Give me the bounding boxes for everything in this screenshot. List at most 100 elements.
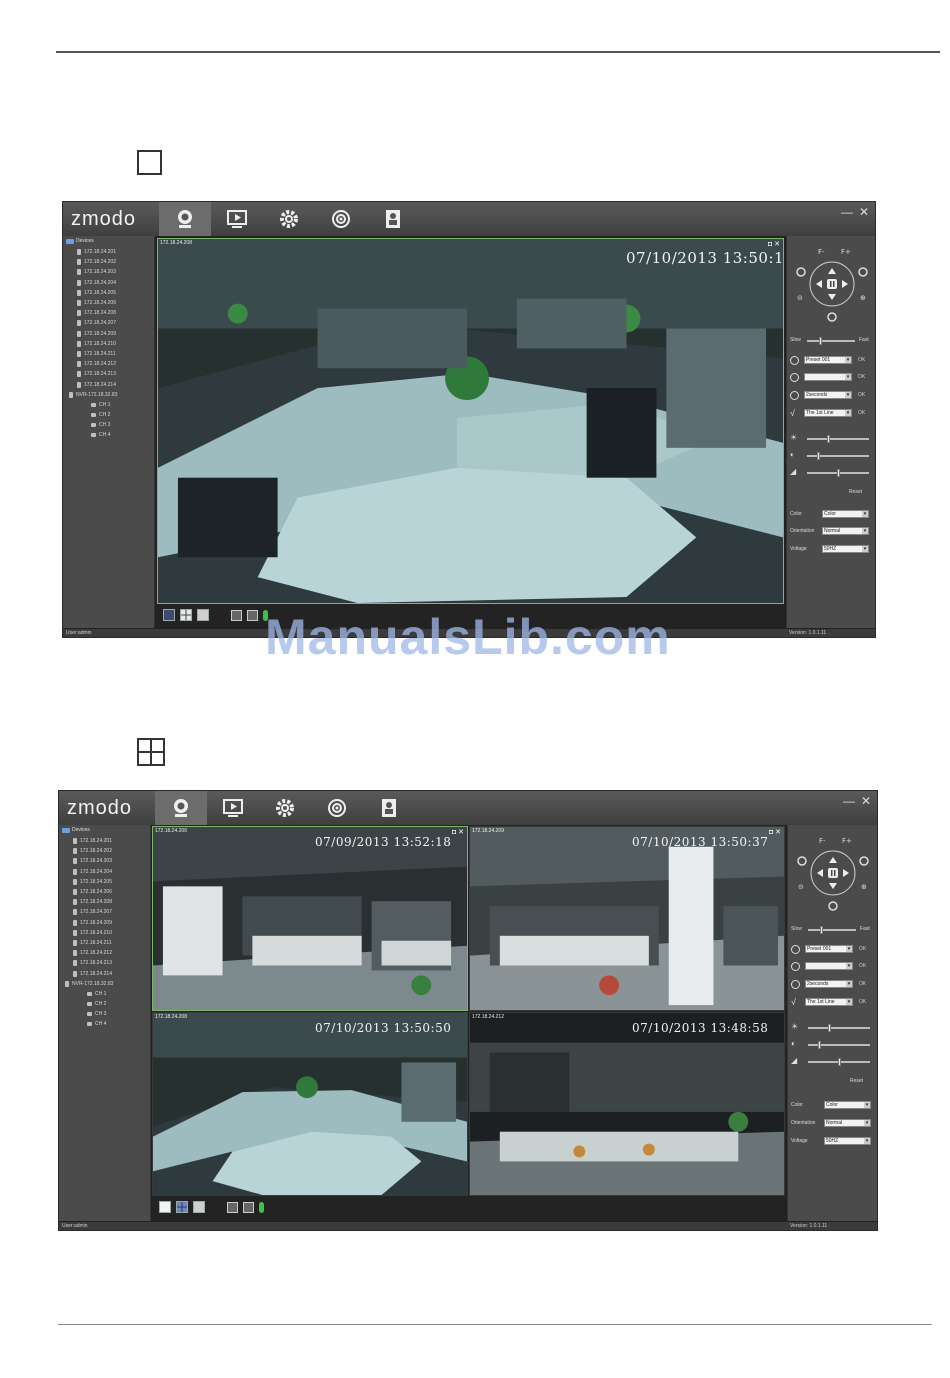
device-item[interactable]: 172.18.24.209 (73, 918, 113, 928)
color-select[interactable]: Color (822, 510, 869, 518)
device-item[interactable]: 172.18.24.205 (73, 877, 113, 887)
camera-view[interactable]: 172.18.24.209 ◘ ✕ 07/10/2013 13:50:37 (469, 826, 785, 1011)
tab-user-manager[interactable] (367, 202, 419, 236)
microphone-icon[interactable] (259, 1201, 264, 1213)
line-ok-button[interactable]: OK (858, 410, 865, 416)
device-item[interactable]: 172.18.24.202 (77, 257, 117, 267)
camera-close-icon[interactable]: ◘ ✕ (768, 240, 780, 248)
tree-root[interactable]: Devices (62, 827, 90, 833)
device-item[interactable]: 172.18.24.212 (77, 359, 117, 369)
camera-close-icon[interactable]: ◘ ✕ (769, 828, 781, 836)
tab-playback[interactable] (211, 202, 263, 236)
line-ok-button[interactable]: OK (859, 999, 866, 1005)
device-item[interactable]: 172.18.24.207 (77, 318, 117, 328)
saturation-slider[interactable] (808, 1058, 870, 1066)
audio-icon[interactable] (243, 1201, 254, 1213)
camera-view[interactable]: 172.18.24.206 ◘ ✕ 07/09/2013 13:52:18 (152, 826, 468, 1011)
layout-1-button[interactable] (163, 609, 175, 621)
ptz-direction-pad[interactable]: F- F+ ⊝ ⊕ (793, 244, 871, 324)
device-item[interactable]: 172.18.24.204 (73, 867, 113, 877)
device-item[interactable]: 172.18.24.205 (77, 288, 117, 298)
device-item[interactable]: 172.18.24.202 (73, 846, 113, 856)
brightness-slider[interactable] (807, 435, 869, 443)
close-button[interactable]: ✕ (859, 205, 869, 219)
nvr-node[interactable]: NVR-172.18.32.83 (69, 390, 117, 400)
device-item[interactable]: 172.18.24.211 (77, 349, 117, 359)
camera-view[interactable]: 172.18.24.208 ◘ ✕ 07/10/2013 13:50:13 (157, 238, 784, 604)
device-item[interactable]: 172.18.24.203 (77, 267, 117, 277)
channel-item[interactable]: CH 1 (87, 989, 113, 999)
audio-icon[interactable] (247, 609, 258, 621)
contrast-slider[interactable] (807, 452, 869, 460)
close-button[interactable]: ✕ (861, 794, 871, 808)
device-item[interactable]: 172.18.24.208 (73, 897, 113, 907)
device-item[interactable]: 172.18.24.213 (77, 369, 117, 379)
nvr-node[interactable]: NVR-172.18.32.83 (65, 979, 113, 989)
layout-4-button[interactable] (180, 609, 192, 621)
channel-item[interactable]: CH 4 (91, 430, 117, 440)
tab-device-manager[interactable] (311, 791, 363, 825)
camera-view[interactable]: 172.18.24.208 07/10/2013 13:50:50 (152, 1012, 468, 1196)
reset-button[interactable]: Reset (850, 1078, 863, 1084)
orientation-select[interactable]: Normal (822, 527, 869, 535)
device-item[interactable]: 172.18.24.201 (73, 836, 113, 846)
reset-button[interactable]: Reset (849, 489, 862, 495)
tree-root[interactable]: Devices (66, 238, 94, 244)
device-item[interactable]: 172.18.24.214 (73, 968, 113, 978)
color-select[interactable]: Color (824, 1101, 871, 1109)
speed-slider[interactable] (807, 337, 855, 345)
device-item[interactable]: 172.18.24.208 (77, 308, 117, 318)
device-item[interactable]: 172.18.24.204 (77, 278, 117, 288)
tab-settings[interactable] (263, 202, 315, 236)
saturation-slider[interactable] (807, 469, 869, 477)
tab-device-manager[interactable] (315, 202, 367, 236)
line-select[interactable]: The 1st Line (805, 998, 853, 1006)
channel-item[interactable]: CH 3 (91, 420, 117, 430)
cruise-ok-button[interactable]: OK (859, 963, 866, 969)
interval-select[interactable]: 2seconds (804, 391, 852, 399)
preset-ok-button[interactable]: OK (859, 946, 866, 952)
fullscreen-icon[interactable] (231, 609, 242, 621)
device-item[interactable]: 172.18.24.207 (73, 907, 113, 917)
channel-item[interactable]: CH 2 (91, 410, 117, 420)
preset-select[interactable]: Preset 001 (804, 356, 852, 364)
device-item[interactable]: 172.18.24.210 (77, 339, 117, 349)
cruise-select[interactable] (804, 373, 852, 381)
channel-item[interactable]: CH 4 (87, 1019, 113, 1029)
device-item[interactable]: 172.18.24.206 (73, 887, 113, 897)
channel-item[interactable]: CH 1 (91, 400, 117, 410)
interval-ok-button[interactable]: OK (859, 981, 866, 987)
speed-slider[interactable] (808, 926, 856, 934)
preset-ok-button[interactable]: OK (858, 357, 865, 363)
voltage-select[interactable]: 50HZ (824, 1137, 871, 1145)
orientation-select[interactable]: Normal (824, 1119, 871, 1127)
device-item[interactable]: 172.18.24.201 (77, 247, 117, 257)
layout-1-button[interactable] (159, 1201, 171, 1213)
device-item[interactable]: 172.18.24.213 (73, 958, 113, 968)
layout-4-button[interactable] (176, 1201, 188, 1213)
preset-select[interactable]: Preset 001 (805, 945, 853, 953)
minimize-button[interactable]: — (841, 205, 853, 219)
tab-playback[interactable] (207, 791, 259, 825)
tab-live-view[interactable] (159, 202, 211, 236)
device-item[interactable]: 172.18.24.214 (77, 379, 117, 389)
channel-item[interactable]: CH 3 (87, 1009, 113, 1019)
layout-6-button[interactable] (197, 609, 209, 621)
device-item[interactable]: 172.18.24.210 (73, 928, 113, 938)
minimize-button[interactable]: — (843, 794, 855, 808)
cruise-ok-button[interactable]: OK (858, 374, 865, 380)
interval-ok-button[interactable]: OK (858, 392, 865, 398)
contrast-slider[interactable] (808, 1041, 870, 1049)
cruise-select[interactable] (805, 962, 853, 970)
voltage-select[interactable]: 50HZ (822, 545, 869, 553)
tab-user-manager[interactable] (363, 791, 415, 825)
brightness-slider[interactable] (808, 1024, 870, 1032)
ptz-direction-pad[interactable]: F- F+ ⊝ ⊕ (794, 833, 872, 913)
layout-6-button[interactable] (193, 1201, 205, 1213)
camera-view[interactable]: 172.18.24.212 07/10/2013 13:48:58 (469, 1012, 785, 1196)
tab-live-view[interactable] (155, 791, 207, 825)
device-item[interactable]: 172.18.24.203 (73, 856, 113, 866)
device-item[interactable]: 172.18.24.209 (77, 329, 117, 339)
device-item[interactable]: 172.18.24.212 (73, 948, 113, 958)
fullscreen-icon[interactable] (227, 1201, 238, 1213)
